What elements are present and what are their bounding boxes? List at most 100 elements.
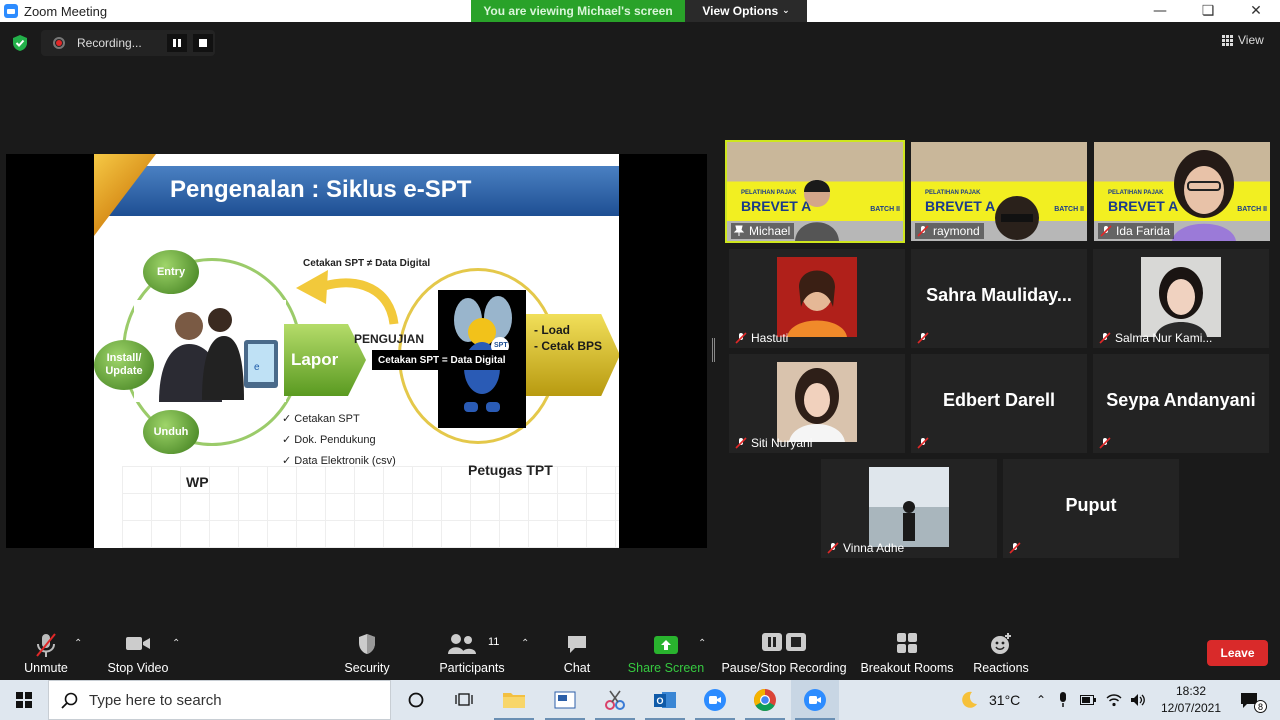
- notification-center-button[interactable]: 8: [1226, 680, 1272, 720]
- checklist-item: ✓ Cetakan SPT: [282, 413, 360, 425]
- participant-display-name: Edbert Darell: [942, 390, 1056, 410]
- participants-count: 11: [488, 636, 500, 648]
- taskbar-search-box[interactable]: Type here to search: [48, 680, 391, 720]
- notification-count: 8: [1254, 700, 1267, 713]
- cortana-circle-icon: [408, 692, 424, 708]
- show-hidden-icons-chevron-icon[interactable]: ⌃: [1036, 693, 1046, 707]
- participant-tile-sahra[interactable]: Sahra Mauliday...: [911, 249, 1087, 348]
- weather-widget[interactable]: 31°C: [958, 680, 1020, 720]
- participant-name-label: raymond: [915, 223, 984, 239]
- meeting-toolbar: Unmute ⌃ Stop Video ⌃ Security 11 Partic…: [0, 628, 1280, 680]
- recording-label: Recording...: [77, 36, 142, 50]
- banner-pelatihan-text: PELATIHAN PAJAK: [925, 190, 981, 196]
- participant-tile-hastuti[interactable]: Hastuti: [729, 249, 905, 348]
- banner-pelatihan-text: PELATIHAN PAJAK: [741, 190, 797, 196]
- participant-tile-puput[interactable]: Puput: [1003, 459, 1179, 558]
- slide-title: Pengenalan : Siklus e-SPT: [170, 176, 472, 203]
- breakout-rooms-button[interactable]: Breakout Rooms: [860, 628, 954, 680]
- participant-tile-seypa[interactable]: Seypa Andanyani: [1093, 354, 1269, 453]
- wifi-icon[interactable]: [1106, 693, 1122, 707]
- grid-icon: [1222, 34, 1233, 46]
- news-app-taskbar-icon[interactable]: [541, 680, 589, 720]
- window-title: Zoom Meeting: [24, 3, 108, 19]
- participant-display-name: Puput: [1065, 495, 1117, 515]
- splitter-handle[interactable]: [712, 338, 715, 362]
- participant-name-label: Michael: [731, 223, 795, 239]
- zoom-meeting-taskbar-icon[interactable]: [791, 680, 839, 720]
- unduh-node: Unduh: [143, 410, 199, 454]
- video-options-caret-icon[interactable]: ⌃: [172, 638, 180, 649]
- petugas-label: Petugas TPT: [468, 462, 553, 478]
- participants-button[interactable]: 11 Participants: [437, 628, 507, 680]
- zoom-icon: [704, 689, 726, 711]
- participant-name: raymond: [933, 224, 980, 238]
- svg-text:e: e: [254, 362, 260, 373]
- security-label: Security: [344, 661, 390, 675]
- maximize-icon[interactable]: ❏: [1184, 0, 1232, 22]
- chat-bubble-icon: [568, 636, 586, 653]
- task-view-button[interactable]: [440, 680, 488, 720]
- audio-options-caret-icon[interactable]: ⌃: [74, 638, 82, 649]
- checklist-text: Dok. Pendukung: [294, 434, 376, 446]
- pause-recording-button[interactable]: [167, 34, 187, 52]
- wp-label: WP: [186, 474, 209, 490]
- profile-photo: [777, 257, 857, 337]
- participant-display-name: Seypa Andanyani: [1106, 390, 1256, 410]
- shared-screen[interactable]: Pengenalan : Siklus e-SPT e Entry Instal…: [6, 154, 707, 548]
- file-explorer-taskbar-icon[interactable]: [490, 680, 538, 720]
- volume-icon[interactable]: [1130, 693, 1146, 707]
- participants-label: Participants: [439, 661, 505, 675]
- system-clock[interactable]: 18:32 12/07/2021: [1156, 683, 1226, 717]
- encryption-shield-icon[interactable]: [11, 34, 29, 52]
- pause-stop-recording-button[interactable]: Pause/Stop Recording: [721, 628, 847, 680]
- participant-tile-siti[interactable]: Siti Nuryani: [729, 354, 905, 453]
- chrome-taskbar-icon[interactable]: [741, 680, 789, 720]
- security-button[interactable]: Security: [343, 628, 391, 680]
- participants-icon: [448, 634, 476, 654]
- minimize-icon[interactable]: —: [1136, 0, 1184, 22]
- stop-video-button[interactable]: Stop Video: [106, 628, 170, 680]
- participant-name: Michael: [749, 224, 791, 238]
- zoom-window: Zoom Meeting — ❏ ✕ You are viewing Micha…: [0, 0, 1280, 720]
- share-options-caret-icon[interactable]: ⌃: [698, 638, 706, 649]
- pause-stop-icon: [762, 633, 806, 651]
- muted-mic-icon: [917, 332, 929, 344]
- zoom-app-icon: [4, 4, 18, 18]
- reactions-button[interactable]: Reactions: [972, 628, 1030, 680]
- participant-tile-ida-farida[interactable]: PELATIHAN PAJAK BREVET A BATCH II Ida Fa…: [1094, 142, 1270, 241]
- chat-button[interactable]: Chat: [560, 628, 594, 680]
- close-icon[interactable]: ✕: [1232, 0, 1280, 22]
- battery-icon[interactable]: [1080, 695, 1097, 705]
- banner-pelatihan-text: PELATIHAN PAJAK: [1108, 190, 1164, 196]
- entry-node: Entry: [143, 250, 199, 294]
- participant-tile-salma[interactable]: Salma Nur Kami...: [1093, 249, 1269, 348]
- outlook-taskbar-icon[interactable]: O: [641, 680, 689, 720]
- participant-tile-edbert[interactable]: Edbert Darell: [911, 354, 1087, 453]
- participants-options-caret-icon[interactable]: ⌃: [521, 638, 529, 649]
- participant-name-label: Hastuti: [733, 330, 792, 346]
- view-button[interactable]: View: [1222, 33, 1264, 47]
- cortana-button[interactable]: [392, 680, 440, 720]
- participant-tile-michael[interactable]: PELATIHAN PAJAK BREVET A BATCH II Michae…: [725, 140, 905, 243]
- window-app-icon: [554, 691, 576, 709]
- stop-recording-button[interactable]: [193, 34, 213, 52]
- zoom-taskbar-icon[interactable]: [691, 680, 739, 720]
- pause-stop-label: Pause/Stop Recording: [721, 661, 847, 675]
- participant-tile-raymond[interactable]: PELATIHAN PAJAK BREVET A BATCH II raymon…: [911, 142, 1087, 241]
- muted-mic-icon: [1099, 332, 1111, 344]
- svg-text:O: O: [657, 696, 664, 706]
- chevron-down-icon: ⌄: [782, 6, 790, 16]
- microphone-in-use-icon[interactable]: [1058, 692, 1068, 708]
- snip-tool-taskbar-icon[interactable]: [591, 680, 639, 720]
- windows-logo-icon: [16, 692, 32, 708]
- participant-tile-vinna[interactable]: Vinna Adhe: [821, 459, 997, 558]
- view-options-button[interactable]: View Options ⌄: [685, 0, 807, 22]
- view-label: View: [1238, 33, 1264, 47]
- recording-indicator: Recording...: [41, 30, 215, 56]
- participant-name-label: [1097, 435, 1115, 451]
- unmute-button[interactable]: Unmute: [20, 628, 72, 680]
- checklist-item: ✓ Data Elektronik (csv): [282, 455, 396, 467]
- share-screen-button[interactable]: Share Screen: [628, 628, 704, 680]
- start-button[interactable]: [0, 680, 48, 720]
- leave-button[interactable]: Leave: [1207, 640, 1268, 666]
